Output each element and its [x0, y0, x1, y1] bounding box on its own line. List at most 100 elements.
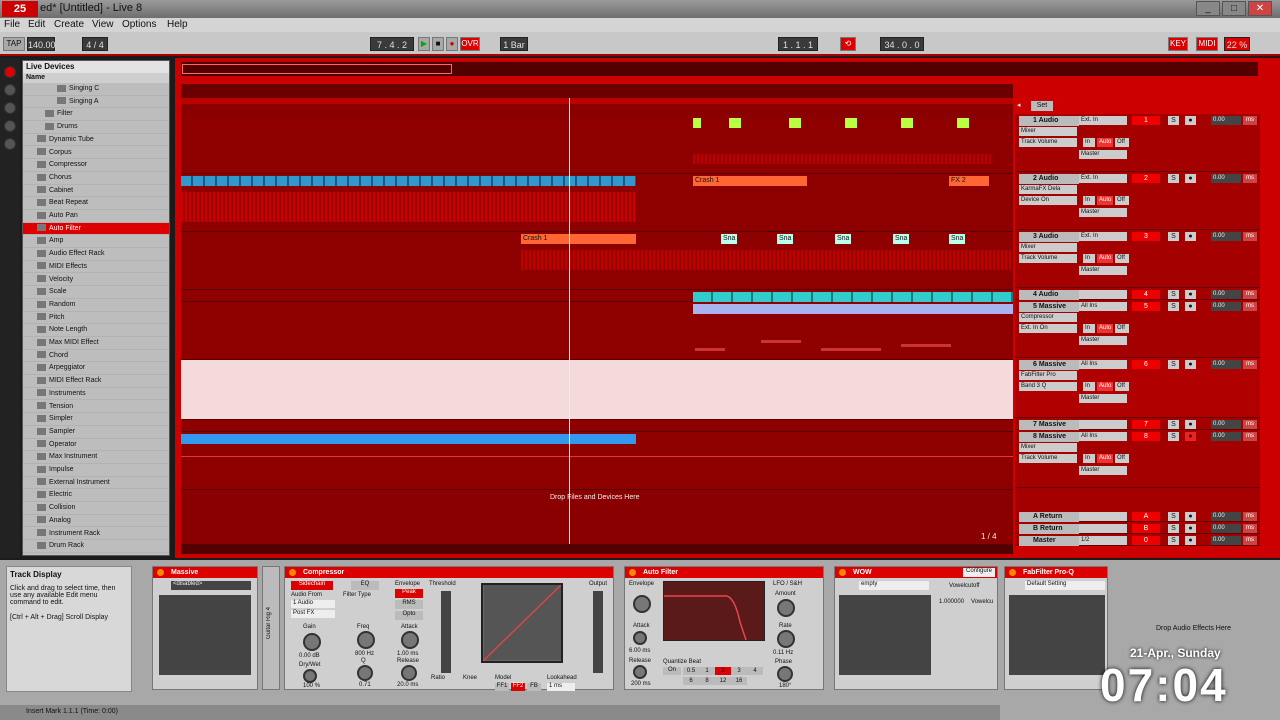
track-name[interactable]: 1 Audio [1019, 116, 1079, 126]
input-channel-menu[interactable]: Mixer [1019, 443, 1077, 452]
automation-control-menu[interactable]: Track Volume [1019, 454, 1077, 463]
track-delay-field[interactable]: 0.00 [1211, 512, 1241, 521]
monitor-auto-button[interactable]: Auto [1097, 138, 1113, 147]
minimize-button[interactable]: _ [1196, 1, 1220, 16]
monitor-auto-button[interactable]: Auto [1097, 382, 1113, 391]
track-lane-1[interactable] [181, 116, 1013, 174]
attack-knob[interactable] [401, 631, 419, 649]
overview-viewport[interactable] [182, 64, 452, 74]
device-title-massive[interactable]: Massive [153, 567, 257, 578]
device-on-icon[interactable] [839, 569, 846, 576]
browser-item[interactable]: Singing C [23, 83, 169, 96]
device-on-icon[interactable] [629, 569, 636, 576]
set-button[interactable]: Set [1031, 101, 1053, 111]
input-type-menu[interactable]: All Ins [1079, 432, 1127, 441]
clip-5-massive[interactable] [693, 304, 1013, 314]
wow-preset-menu[interactable]: empty [859, 581, 929, 590]
opto-button[interactable]: Opto [395, 611, 423, 620]
clip-1-audio[interactable] [845, 118, 857, 128]
monitor-auto-button[interactable]: Auto [1097, 196, 1113, 205]
browser-item[interactable]: Operator [23, 439, 169, 452]
browser-item[interactable]: Dynamic Tube [23, 134, 169, 147]
file-browser-1-icon[interactable] [4, 102, 16, 114]
solo-button[interactable]: S [1168, 536, 1179, 545]
arrangement-view[interactable]: Crash 1 FX 2 Crash 1 Sna Sna Sna Sna Sna… [181, 104, 1013, 544]
menu-view[interactable]: View [92, 19, 114, 30]
monitor-off-button[interactable]: Off [1115, 138, 1129, 147]
automation-control-menu[interactable]: Ext. In On [1019, 324, 1077, 333]
arm-record-icon[interactable]: ● [1185, 174, 1196, 183]
browser-column-name[interactable]: Name [23, 73, 169, 83]
track-activator[interactable]: 0 [1132, 536, 1160, 545]
tap-button[interactable]: TAP [3, 37, 25, 51]
clip-snare[interactable]: Sna [949, 234, 965, 244]
track-activator[interactable]: 4 [1132, 290, 1160, 299]
monitor-off-button[interactable]: Off [1115, 324, 1129, 333]
lfo-phase-knob[interactable] [777, 666, 793, 682]
browser-item[interactable]: Instrument Rack [23, 528, 169, 541]
sidechain-tap-menu[interactable]: Post FX [291, 610, 335, 618]
track-name[interactable]: 7 Massive [1019, 420, 1079, 430]
track-delay-field[interactable]: 0.00 [1211, 420, 1241, 429]
eq-toggle[interactable]: EQ [351, 581, 379, 590]
browser-item[interactable]: Pitch [23, 312, 169, 325]
track-name[interactable]: 2 Audio [1019, 174, 1079, 184]
quantize-beat-button[interactable]: 3 [731, 667, 747, 675]
track-lane-7[interactable] [181, 420, 1013, 432]
menu-edit[interactable]: Edit [28, 19, 45, 30]
track-delay-field[interactable]: 0.00 [1211, 432, 1241, 441]
track-activator[interactable]: 2 [1132, 174, 1160, 183]
track-name[interactable]: 4 Audio [1019, 290, 1079, 300]
arm-record-icon[interactable]: ● [1185, 512, 1196, 521]
quantize-beat-button[interactable]: 0.5 [683, 667, 699, 675]
monitor-in-button[interactable]: In [1083, 138, 1095, 147]
quantize-beat-button[interactable]: 16 [731, 677, 747, 685]
browser-item[interactable]: Singing A [23, 96, 169, 109]
key-map-button[interactable]: KEY [1168, 37, 1188, 51]
browser-item[interactable]: Instruments [23, 388, 169, 401]
track-name[interactable]: 5 Massive [1019, 302, 1079, 312]
q-knob[interactable] [357, 665, 373, 681]
maximize-button[interactable]: □ [1222, 1, 1246, 16]
clip-1-audio[interactable] [789, 118, 801, 128]
loop-length-field[interactable]: 34 . 0 . 0 [880, 37, 924, 51]
solo-button[interactable]: S [1168, 360, 1179, 369]
clip-snare[interactable]: Sna [835, 234, 851, 244]
browser-item[interactable]: Collision [23, 502, 169, 515]
browser-item[interactable]: Audio Effect Rack [23, 248, 169, 261]
device-title-fabfilter[interactable]: FabFilter Pro-Q [1005, 567, 1107, 578]
solo-button[interactable]: S [1168, 420, 1179, 429]
browser-item[interactable]: Beat Repeat [23, 197, 169, 210]
track-name[interactable]: Master [1019, 536, 1079, 546]
peak-button[interactable]: Peak [395, 589, 423, 598]
clip-1-audio[interactable] [729, 118, 741, 128]
track-delay-field[interactable]: 0.00 [1211, 232, 1241, 241]
automation-control-menu[interactable]: Device On [1019, 196, 1077, 205]
beat-time-ruler[interactable] [181, 84, 1013, 98]
arm-record-icon[interactable]: ● [1185, 360, 1196, 369]
clip-fx-2[interactable]: FX 2 [949, 176, 989, 186]
clip-1-audio[interactable] [693, 118, 701, 128]
solo-button[interactable]: S [1168, 432, 1179, 441]
device-title-compressor[interactable]: Compressor [285, 567, 613, 578]
browser-item[interactable]: Max MIDI Effect [23, 337, 169, 350]
track-activator[interactable]: A [1132, 512, 1160, 521]
browser-item[interactable]: External Instrument [23, 477, 169, 490]
audio-to-menu[interactable]: Master [1079, 336, 1127, 345]
lfo-amount-knob[interactable] [777, 599, 795, 617]
menu-help[interactable]: Help [167, 19, 188, 30]
clip-2-loop[interactable] [181, 176, 636, 186]
midi-map-button[interactable]: MIDI [1196, 37, 1218, 51]
record-icon[interactable]: ● [446, 37, 458, 51]
audio-to-menu[interactable]: Master [1079, 394, 1127, 403]
quantize-beat-button[interactable]: 4 [747, 667, 763, 675]
time-ruler-bottom[interactable] [181, 544, 1013, 554]
automation-control-menu[interactable]: Track Volume [1019, 254, 1077, 263]
audio-to-menu[interactable]: Master [1079, 208, 1127, 217]
browser-item[interactable]: Scale [23, 286, 169, 299]
automation-control-menu[interactable]: Band 3 Q [1019, 382, 1077, 391]
input-type-menu[interactable] [1079, 420, 1127, 429]
automation-line[interactable] [181, 456, 1013, 457]
quantize-beat-button[interactable]: 2 [715, 667, 731, 675]
arm-record-icon[interactable]: ● [1185, 524, 1196, 533]
